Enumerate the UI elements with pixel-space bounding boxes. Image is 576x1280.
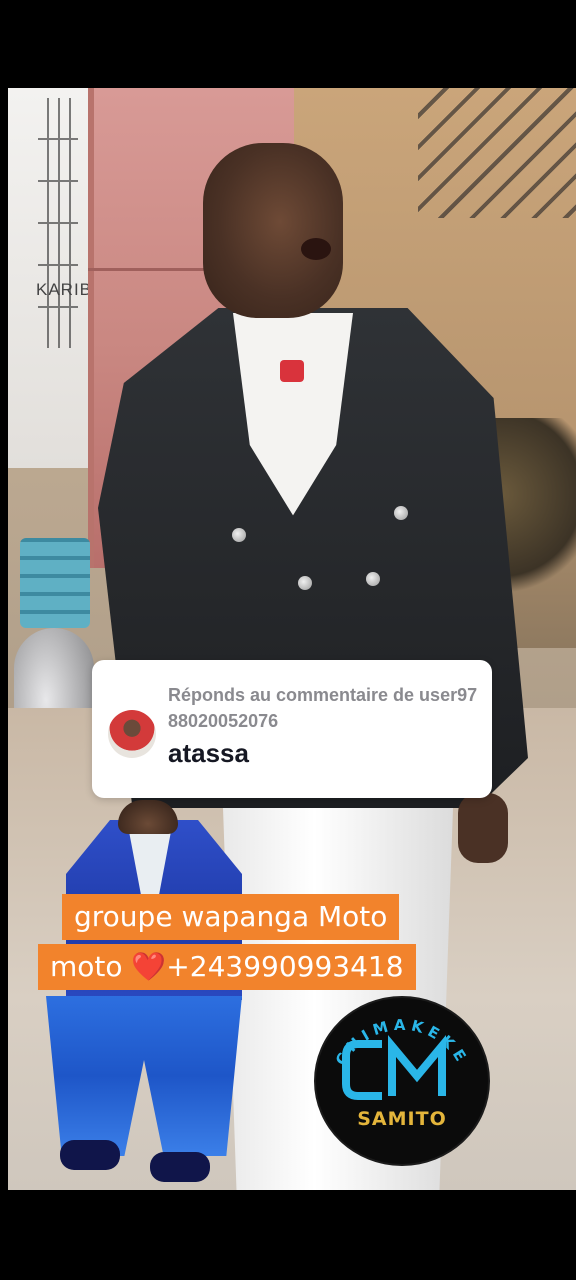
heart-icon: ❤️ [131,950,167,983]
top-black-bar [0,0,576,88]
commenter-avatar[interactable] [108,710,156,758]
jacket-button [366,572,380,586]
logo-brand: SAMITO [357,1108,447,1130]
cm-samito-logo: CHIMAKEKE CM SAMITO [314,996,490,1166]
person-head [203,143,343,318]
bottom-black-bar [0,1190,576,1280]
comment-text: atassa [168,738,249,768]
reply-label: Réponds au commentaire de user9788020052… [168,685,478,731]
promo-legs [46,996,242,1156]
jacket-button [394,506,408,520]
person-hand [458,793,508,863]
promo-line-1: groupe wapanga Moto [62,894,400,940]
promo-line-2: moto ❤️+243990993418 [38,944,416,990]
person-undershirt [280,360,304,382]
promo-shoe [60,1140,120,1170]
comment-reply-card[interactable]: Réponds au commentaire de user9788020052… [92,660,492,798]
jacket-button [298,576,312,590]
logo-monogram: CM [401,1073,403,1075]
window-grille [38,98,78,348]
logo-m-shape [388,1034,446,1096]
promo-shoe [150,1152,210,1182]
person-mouth [301,238,331,260]
promo-banner: groupe wapanga Moto moto ❤️+243990993418 [38,894,446,998]
roof-beams [418,88,576,218]
promo-phone: +243990993418 [166,950,404,983]
bales [20,538,90,628]
promo-head [118,800,178,834]
logo-graphic: CHIMAKEKE CM [332,1016,467,1100]
wall-sign: KARIB [36,280,93,299]
jacket-button [232,528,246,542]
promo-line-2-prefix: moto [50,950,123,983]
